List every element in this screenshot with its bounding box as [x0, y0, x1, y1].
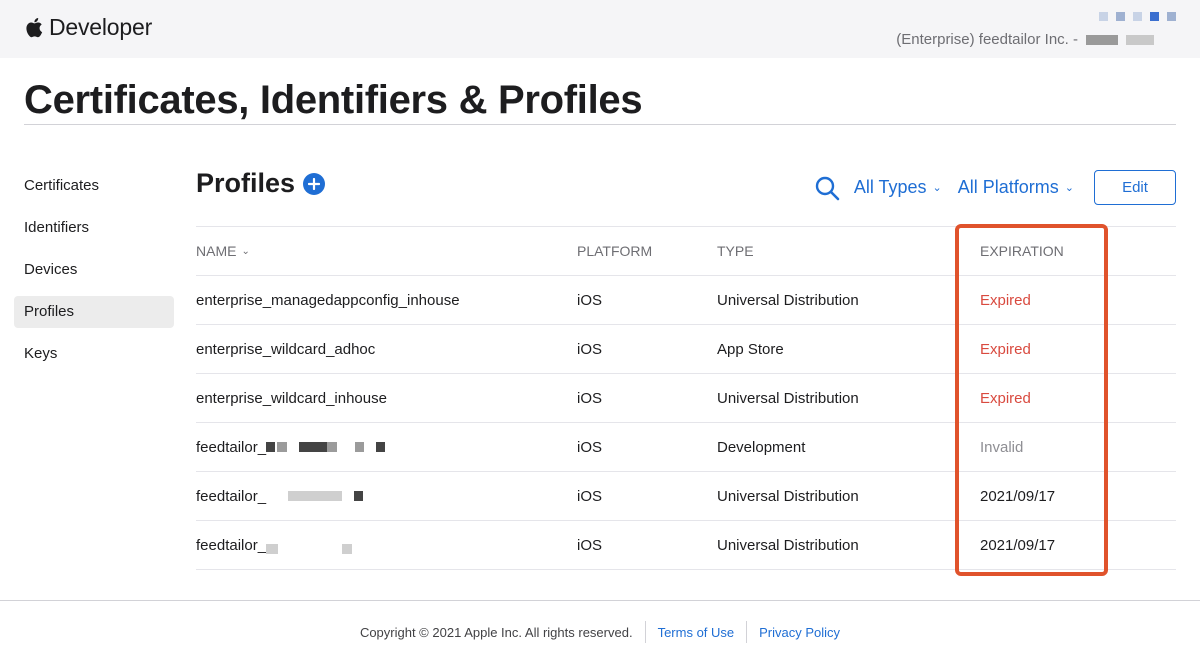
profile-type: App Store	[717, 340, 784, 358]
footer: Copyright © 2021 Apple Inc. All rights r…	[0, 621, 1200, 643]
profile-type: Development	[717, 438, 806, 456]
expiration-column-header: EXPIRATION	[980, 243, 1064, 259]
redacted-text	[288, 491, 343, 501]
table-row[interactable]: enterprise_wildcard_adhoc iOS App Store …	[196, 324, 1176, 373]
profile-name: feedtailor_	[196, 487, 267, 505]
terms-of-use-link[interactable]: Terms of Use	[658, 625, 735, 643]
sidebar-item-identifiers[interactable]: Identifiers	[14, 212, 174, 244]
sidebar-item-keys[interactable]: Keys	[14, 338, 174, 370]
edit-button[interactable]: Edit	[1094, 170, 1176, 205]
profile-type: Universal Distribution	[717, 536, 859, 554]
redacted-text	[342, 544, 353, 554]
table-row[interactable]: enterprise_managedappconfig_inhouse iOS …	[196, 275, 1176, 324]
profile-expiration: Expired	[980, 291, 1031, 309]
profile-name[interactable]: enterprise_wildcard_inhouse	[196, 390, 577, 407]
redacted-block	[1167, 12, 1176, 21]
redacted-block	[1150, 12, 1159, 21]
chevron-down-icon: ⌄	[932, 182, 942, 194]
profile-type: Universal Distribution	[717, 487, 859, 505]
profile-name: feedtailor_	[196, 536, 267, 554]
profile-platform: iOS	[577, 389, 603, 407]
sidebar-item-certificates[interactable]: Certificates	[14, 170, 174, 202]
copyright-text: Copyright © 2021 Apple Inc. All rights r…	[359, 625, 633, 640]
type-filter-dropdown[interactable]: All Types ⌄	[854, 177, 942, 198]
profile-platform: iOS	[577, 487, 603, 505]
table-row[interactable]: enterprise_wildcard_inhouse iOS Universa…	[196, 373, 1176, 422]
sidebar-nav: Certificates Identifiers Devices Profile…	[14, 170, 174, 380]
page-title: Certificates, Identifiers & Profiles	[24, 78, 643, 122]
redacted-block	[1116, 12, 1125, 21]
section-header: Profiles	[196, 168, 326, 199]
profiles-table: NAME ⌄ PLATFORM TYPE EXPIRATION enterpri…	[196, 226, 1176, 570]
sidebar-item-devices[interactable]: Devices	[14, 254, 174, 286]
table-row[interactable]: feedtailor_ iOS Universal Distribution 2…	[196, 471, 1176, 520]
brand-text: Developer	[49, 14, 153, 40]
profile-name: feedtailor_	[196, 438, 267, 456]
section-title: Profiles	[196, 168, 296, 198]
profile-expiration: Expired	[980, 389, 1031, 407]
sidebar-item-profiles[interactable]: Profiles	[14, 296, 174, 328]
developer-brand-link[interactable]: Developer	[24, 14, 152, 41]
redacted-text	[376, 442, 386, 452]
table-row[interactable]: feedtailor_ iOS Universal Distribution 2…	[196, 520, 1176, 570]
type-column-header: TYPE	[717, 243, 754, 259]
redacted-account-id	[1086, 34, 1118, 45]
profile-expiration: Invalid	[980, 438, 1024, 456]
redacted-text	[277, 442, 288, 452]
profile-name-cell[interactable]: feedtailor_	[196, 536, 577, 554]
redacted-text	[299, 442, 328, 452]
add-profile-button[interactable]	[303, 172, 326, 195]
privacy-policy-link[interactable]: Privacy Policy	[759, 625, 840, 643]
top-bar: Developer (Enterprise) feedtailor Inc. -	[0, 0, 1200, 58]
profile-expiration: 2021/09/17	[980, 536, 1056, 554]
profile-name-cell[interactable]: feedtailor_	[196, 439, 577, 456]
column-header-label: NAME	[196, 243, 237, 259]
profile-expiration: Expired	[980, 340, 1031, 358]
account-menu[interactable]: (Enterprise) feedtailor Inc. -	[896, 31, 1154, 48]
profile-name-cell[interactable]: feedtailor_	[196, 488, 577, 505]
redacted-text	[355, 442, 365, 452]
profile-name[interactable]: enterprise_managedappconfig_inhouse	[196, 292, 577, 309]
platform-column-header: PLATFORM	[577, 243, 653, 259]
platform-filter-label: All Platforms	[957, 177, 1059, 197]
chevron-down-icon: ⌄	[241, 245, 250, 257]
profile-platform: iOS	[577, 291, 603, 309]
apple-logo-icon	[26, 18, 43, 38]
profile-platform: iOS	[577, 536, 603, 554]
search-icon[interactable]	[814, 175, 840, 201]
toolbar: All Types ⌄ All Platforms ⌄ Edit	[814, 170, 1176, 205]
plus-circle-icon	[308, 177, 321, 190]
redacted-text	[327, 442, 338, 452]
profile-platform: iOS	[577, 438, 603, 456]
redacted-block	[1099, 12, 1108, 21]
footer-separator	[746, 621, 748, 643]
redacted-block	[1133, 12, 1142, 21]
redacted-text	[266, 442, 276, 452]
name-column-header[interactable]: NAME ⌄	[196, 243, 577, 259]
type-filter-label: All Types	[853, 177, 927, 197]
table-row[interactable]: feedtailor_ iOS Development Invalid	[196, 422, 1176, 471]
profile-platform: iOS	[577, 340, 603, 358]
redacted-account-blocks	[1099, 12, 1176, 21]
chevron-down-icon: ⌄	[1064, 182, 1074, 194]
redacted-text	[354, 491, 364, 501]
title-divider	[24, 124, 1176, 125]
platform-filter-dropdown[interactable]: All Platforms ⌄	[958, 177, 1074, 198]
profile-expiration: 2021/09/17	[980, 487, 1056, 505]
account-name: (Enterprise) feedtailor Inc. -	[896, 31, 1078, 48]
table-header-row: NAME ⌄ PLATFORM TYPE EXPIRATION	[196, 226, 1176, 275]
profile-type: Universal Distribution	[717, 291, 859, 309]
profile-type: Universal Distribution	[717, 389, 859, 407]
redacted-account-id	[1126, 34, 1154, 45]
footer-divider	[0, 600, 1200, 601]
profile-name[interactable]: enterprise_wildcard_adhoc	[196, 341, 577, 358]
redacted-text	[266, 544, 279, 554]
footer-separator	[644, 621, 646, 643]
